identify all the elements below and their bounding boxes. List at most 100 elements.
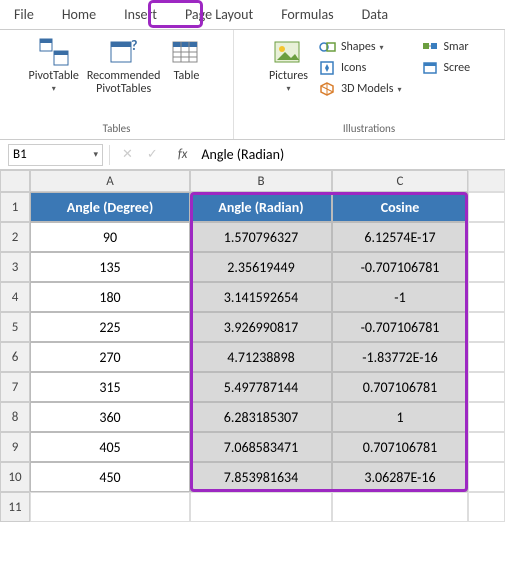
- row-header[interactable]: 4: [0, 282, 30, 312]
- tab-formulas[interactable]: Formulas: [267, 2, 347, 27]
- cell[interactable]: 1.570796327: [190, 222, 332, 252]
- formula-value: Angle (Radian): [201, 146, 284, 163]
- cell[interactable]: [190, 492, 332, 522]
- cell[interactable]: [468, 372, 505, 402]
- row-header[interactable]: 3: [0, 252, 30, 282]
- cell[interactable]: [30, 492, 190, 522]
- row-header[interactable]: 9: [0, 432, 30, 462]
- col-header-b[interactable]: B: [190, 170, 332, 192]
- cell-d1[interactable]: [468, 192, 505, 222]
- cell[interactable]: 3.141592654: [190, 282, 332, 312]
- cell[interactable]: 90: [30, 222, 190, 252]
- smartart-icon: [422, 39, 440, 55]
- smartart-button[interactable]: Smar: [419, 38, 474, 56]
- cell[interactable]: [468, 492, 505, 522]
- cell[interactable]: 315: [30, 372, 190, 402]
- tab-page-layout[interactable]: Page Layout: [171, 2, 267, 27]
- cell[interactable]: 0.707106781: [332, 432, 468, 462]
- cell[interactable]: 225: [30, 312, 190, 342]
- cell-a1[interactable]: Angle (Degree): [30, 192, 190, 222]
- cells: Angle (Degree) Angle (Radian) Cosine 901…: [30, 192, 505, 522]
- cell-b1[interactable]: Angle (Radian): [190, 192, 332, 222]
- cell[interactable]: -0.707106781: [332, 252, 468, 282]
- pivot-table-button[interactable]: PivotTable ▾: [25, 34, 83, 96]
- svg-text:?: ?: [131, 38, 138, 54]
- cell[interactable]: 4.71238898: [190, 342, 332, 372]
- cell[interactable]: [468, 222, 505, 252]
- cell[interactable]: [468, 432, 505, 462]
- select-all-corner[interactable]: [0, 170, 30, 192]
- 3d-models-button[interactable]: 3D Models ▾: [316, 80, 405, 98]
- screenshot-label: Scree: [444, 61, 471, 75]
- recommended-pivot-icon: ?: [108, 36, 140, 68]
- row-headers: 1 2 3 4 5 6 7 8 9 10 11: [0, 192, 30, 522]
- cell[interactable]: [468, 402, 505, 432]
- tab-data[interactable]: Data: [348, 2, 402, 27]
- formula-bar: B1 ✕ ✓ fx Angle (Radian): [0, 140, 505, 170]
- cell[interactable]: 7.068583471: [190, 432, 332, 462]
- cell[interactable]: 6.283185307: [190, 402, 332, 432]
- tab-home[interactable]: Home: [48, 2, 110, 27]
- cell[interactable]: [468, 252, 505, 282]
- screenshot-button[interactable]: Scree: [419, 59, 474, 77]
- chevron-down-icon: ▾: [52, 84, 56, 94]
- spreadsheet-grid: A B C 1 2 3 4 5 6 7 8 9 10 11 Angle (Deg…: [0, 170, 505, 192]
- cell[interactable]: -1: [332, 282, 468, 312]
- icons-button[interactable]: Icons: [316, 59, 405, 77]
- cell[interactable]: [468, 342, 505, 372]
- cell[interactable]: 405: [30, 432, 190, 462]
- row-header[interactable]: 11: [0, 492, 30, 522]
- row-header[interactable]: 8: [0, 402, 30, 432]
- pivot-table-label: PivotTable: [29, 70, 79, 83]
- cell[interactable]: 360: [30, 402, 190, 432]
- cell[interactable]: [468, 462, 505, 492]
- cell[interactable]: 6.12574E-17: [332, 222, 468, 252]
- accept-formula-button[interactable]: ✓: [143, 147, 162, 162]
- tables-group-label: Tables: [103, 120, 131, 137]
- col-header-d[interactable]: [468, 170, 505, 192]
- shapes-button[interactable]: Shapes ▾: [316, 38, 405, 56]
- row-header[interactable]: 7: [0, 372, 30, 402]
- name-box[interactable]: B1: [8, 144, 103, 166]
- cell[interactable]: 7.853981634: [190, 462, 332, 492]
- cell[interactable]: -1.83772E-16: [332, 342, 468, 372]
- cell[interactable]: [468, 312, 505, 342]
- chevron-down-icon: ▾: [380, 43, 384, 53]
- cell[interactable]: 3.926990817: [190, 312, 332, 342]
- tab-file[interactable]: File: [0, 2, 48, 27]
- cell[interactable]: 3.06287E-16: [332, 462, 468, 492]
- table-button[interactable]: Table: [164, 34, 208, 85]
- cell[interactable]: [332, 492, 468, 522]
- col-header-a[interactable]: A: [30, 170, 190, 192]
- fx-icon[interactable]: fx: [178, 147, 188, 162]
- cancel-formula-button[interactable]: ✕: [118, 147, 137, 162]
- row-header[interactable]: 2: [0, 222, 30, 252]
- cell-c1[interactable]: Cosine: [332, 192, 468, 222]
- cell[interactable]: 135: [30, 252, 190, 282]
- cell[interactable]: 180: [30, 282, 190, 312]
- row-header[interactable]: 6: [0, 342, 30, 372]
- cell[interactable]: 2.35619449: [190, 252, 332, 282]
- row-header[interactable]: 5: [0, 312, 30, 342]
- col-header-c[interactable]: C: [332, 170, 468, 192]
- screenshot-icon: [422, 60, 440, 76]
- cell[interactable]: 270: [30, 342, 190, 372]
- row-header[interactable]: 10: [0, 462, 30, 492]
- cell[interactable]: 1: [332, 402, 468, 432]
- icons-icon: [319, 60, 337, 76]
- 3d-models-label: 3D Models: [341, 82, 394, 96]
- ribbon: PivotTable ▾ ? Recommended PivotTables T…: [0, 30, 505, 140]
- formula-input[interactable]: Angle (Radian): [195, 146, 505, 163]
- pictures-button[interactable]: Pictures ▾: [265, 34, 312, 96]
- tab-insert[interactable]: Insert: [110, 2, 171, 27]
- cell[interactable]: 0.707106781: [332, 372, 468, 402]
- row-header[interactable]: 1: [0, 192, 30, 222]
- cell[interactable]: -0.707106781: [332, 312, 468, 342]
- ribbon-group-illustrations: Pictures ▾ Shapes ▾ Icons 3D Models ▾: [234, 30, 505, 139]
- cell[interactable]: 5.497787144: [190, 372, 332, 402]
- cell[interactable]: 450: [30, 462, 190, 492]
- cell[interactable]: [468, 282, 505, 312]
- 3d-models-icon: [319, 81, 337, 97]
- shapes-icon: [319, 39, 337, 55]
- recommended-pivot-button[interactable]: ? Recommended PivotTables: [83, 34, 165, 98]
